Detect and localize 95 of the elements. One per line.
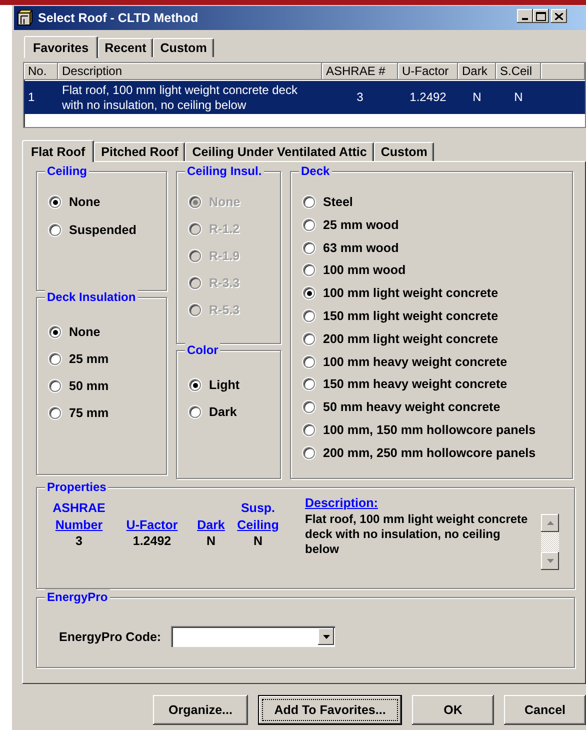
dialog-button[interactable]: Cancel: [504, 695, 586, 725]
tab[interactable]: Custom: [153, 38, 214, 57]
tab[interactable]: Favorites: [24, 36, 98, 58]
tab[interactable]: Ceiling Under Ventilated Attic: [185, 142, 374, 161]
radio-button[interactable]: [303, 196, 315, 208]
radio-button[interactable]: [49, 326, 61, 338]
radio-button[interactable]: [189, 379, 201, 391]
field-label: EnergyPro Code:: [59, 630, 162, 644]
column-header[interactable]: Description: [58, 63, 322, 80]
property-value: N: [253, 534, 263, 548]
property-value: 1.2492: [132, 534, 172, 548]
table-cell-text: Flat roof, 100 mm light weight concrete deck with no insulation, no ceiling below: [61, 82, 298, 112]
table-cell-text: N: [513, 90, 524, 105]
radio-button[interactable]: [303, 332, 315, 345]
radio-label[interactable]: Steel: [323, 195, 353, 209]
radio-button[interactable]: [303, 310, 315, 322]
dialog-button[interactable]: OK: [412, 695, 494, 725]
description-text: Flat roof, 100 mm light weight concrete deck with no insulation, no ceiling below: [305, 512, 529, 557]
radio-button[interactable]: [49, 407, 61, 419]
column-header[interactable]: U-Factor: [398, 63, 458, 80]
energypro-code-dropdown[interactable]: [171, 626, 336, 647]
group-title: Ceiling Insul.: [185, 163, 264, 179]
radio-label[interactable]: 100 mm wood: [323, 263, 406, 278]
dialog-button[interactable]: Add To Favorites...: [258, 695, 402, 725]
table-cell-text: 1: [27, 90, 36, 105]
radio-label[interactable]: None: [69, 325, 100, 339]
group-title: Ceiling: [45, 163, 90, 179]
radio-button[interactable]: [189, 406, 201, 418]
radio-label[interactable]: None: [69, 195, 100, 209]
close-icon: [555, 12, 563, 20]
column-link[interactable]: Dark: [197, 498, 225, 534]
radio-label[interactable]: 100 mm light weight concrete: [323, 286, 498, 300]
radio-button[interactable]: [49, 353, 61, 365]
description-link[interactable]: Description:: [305, 496, 535, 510]
radio-label[interactable]: 150 mm light weight concrete: [323, 308, 498, 323]
radio-label[interactable]: 25 mm wood: [323, 218, 399, 232]
radio-button[interactable]: [303, 424, 315, 436]
column-link[interactable]: ASHRAE Number: [52, 498, 106, 534]
radio-button[interactable]: [303, 242, 315, 254]
table-cell-text: 1.2492: [408, 90, 448, 105]
radio-button[interactable]: [303, 378, 315, 390]
property-value: N: [206, 534, 216, 548]
column-header[interactable]: No.: [24, 63, 58, 80]
column-link[interactable]: U-Factor: [126, 498, 178, 534]
maximize-icon: [536, 12, 546, 20]
tab[interactable]: Pitched Roof: [94, 142, 186, 161]
window-icon: [17, 10, 33, 26]
close-button[interactable]: [551, 9, 567, 23]
window-title: Select Roof - CLTD Method: [38, 11, 198, 25]
tab[interactable]: Custom: [374, 142, 434, 161]
scrollbar[interactable]: [541, 514, 559, 570]
column-link[interactable]: Susp. Ceiling: [237, 498, 279, 534]
column-header[interactable]: ASHRAE #: [322, 63, 398, 80]
radio-label[interactable]: 150 mm heavy weight concrete: [323, 377, 508, 392]
radio-label[interactable]: 63 mm wood: [323, 240, 399, 255]
column-header[interactable]: S.Ceil: [496, 63, 541, 80]
radio-label[interactable]: 75 mm: [69, 406, 109, 420]
minimize-icon: [522, 18, 528, 20]
radio-label[interactable]: 200 mm, 250 mm hollowcore panels: [323, 446, 536, 460]
radio-button[interactable]: [303, 446, 315, 459]
caret-icon: [322, 634, 330, 638]
table-cell-text: N: [472, 90, 482, 105]
group-title: EnergyPro: [45, 589, 110, 605]
radio-label[interactable]: 50 mm heavy weight concrete: [323, 400, 500, 414]
radio-label[interactable]: Suspended: [69, 223, 136, 237]
radio-label[interactable]: Dark: [209, 405, 237, 419]
radio-button[interactable]: [303, 356, 315, 368]
column-header[interactable]: Dark: [458, 63, 496, 80]
down-arrow-icon: [546, 559, 554, 563]
radio-button[interactable]: [303, 218, 315, 231]
tab[interactable]: Recent: [98, 38, 154, 57]
radio-label[interactable]: 200 mm light weight concrete: [323, 332, 498, 346]
dropdown-button[interactable]: [318, 628, 334, 645]
minimize-button[interactable]: [517, 9, 533, 23]
scroll-up-button[interactable]: [541, 514, 559, 532]
radio-button[interactable]: [303, 401, 315, 414]
scroll-down-button[interactable]: [541, 552, 559, 570]
radio-label[interactable]: 25 mm: [69, 352, 109, 366]
radio-button[interactable]: [49, 380, 61, 392]
table-row[interactable]: 1 Flat roof, 100 mm light weight concrete deck with no insulation, no ceiling below 3 1.2492 N N: [24, 81, 585, 114]
tab[interactable]: Flat Roof: [22, 140, 94, 162]
up-arrow-icon: [546, 521, 554, 525]
radio-label[interactable]: 100 mm, 150 mm hollowcore panels: [323, 422, 536, 437]
radio-label[interactable]: 100 mm heavy weight concrete: [323, 354, 508, 369]
radio-label[interactable]: Light: [209, 378, 240, 392]
maximize-button[interactable]: [533, 9, 549, 23]
property-value: 3: [76, 534, 82, 548]
group-title: Properties: [45, 479, 108, 495]
dialog-button[interactable]: Organize...: [153, 695, 248, 725]
radio-button[interactable]: [303, 264, 315, 276]
radio-label[interactable]: 50 mm: [69, 379, 109, 393]
table-cell-text: 3: [356, 90, 364, 105]
radio-button[interactable]: [303, 287, 315, 300]
radio-button[interactable]: [49, 196, 61, 208]
radio-button[interactable]: [49, 224, 61, 236]
